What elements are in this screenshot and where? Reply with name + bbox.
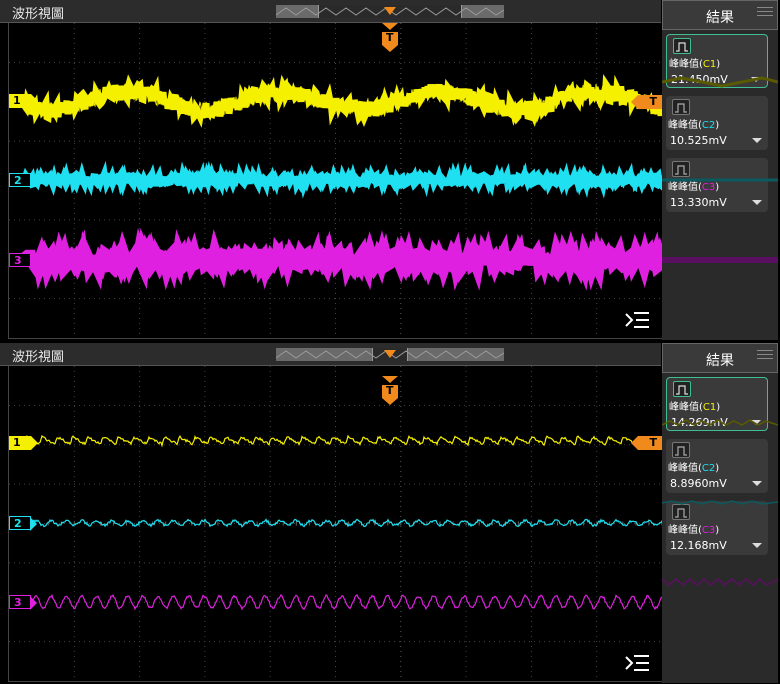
- pulse-measure-icon: [672, 99, 690, 115]
- memory-overview-bar[interactable]: [276, 348, 504, 361]
- overview-trigger-icon: [384, 350, 396, 358]
- measurement-value: 12.168mV: [670, 539, 727, 552]
- channel-3-label: 3: [14, 596, 22, 609]
- results-header[interactable]: 結果: [662, 343, 778, 373]
- measurement-value: 8.8960mV: [670, 477, 727, 490]
- ghost-trace-c2: [662, 500, 778, 505]
- measurement-card-c2[interactable]: 峰峰值(C2) 10.525mV: [666, 96, 768, 150]
- channel-tag: C2: [701, 463, 716, 474]
- channel-tag: C3: [701, 525, 716, 536]
- ghost-trace-c2: [662, 178, 778, 182]
- channel-3-label: 3: [14, 254, 22, 267]
- trigger-position-icon[interactable]: T: [382, 376, 398, 405]
- trigger-position-icon[interactable]: T: [382, 23, 398, 52]
- ghost-trace-c1: [662, 76, 778, 88]
- measurement-label: 峰峰值(C1): [669, 59, 721, 70]
- channel-2-marker[interactable]: 2: [9, 173, 37, 188]
- trace-channel-1: [24, 434, 662, 448]
- dropdown-arrow-icon[interactable]: [752, 543, 762, 548]
- trigger-level-label: T: [649, 436, 657, 449]
- dropdown-arrow-icon[interactable]: [752, 481, 762, 486]
- measurement-label: 峰峰值(C2): [668, 463, 720, 474]
- dropdown-arrow-icon[interactable]: [752, 138, 762, 143]
- trigger-marker-label: T: [386, 384, 394, 397]
- hamburger-icon[interactable]: [757, 350, 773, 362]
- channel-3-marker[interactable]: 3: [9, 253, 37, 268]
- memory-overview-bar[interactable]: [276, 5, 504, 18]
- waveform-display[interactable]: T 1 2 3 T: [8, 366, 662, 682]
- pulse-measure-icon: [673, 38, 691, 54]
- channel-tag: C2: [701, 120, 716, 131]
- measurement-label: 峰峰值(C1): [669, 402, 721, 413]
- results-sidebar: 結果 峰峰值(C1) 21.450mV 峰峰值(C2) 10.525mV 峰峰值…: [662, 0, 778, 340]
- ghost-trace-c3: [662, 578, 778, 586]
- results-sidebar: 結果 峰峰值(C1) 14.269mV 峰峰值(C2) 8.8960mV 峰峰值…: [662, 343, 778, 683]
- channel-tag: C1: [702, 59, 717, 70]
- channel-1-label: 1: [13, 94, 21, 107]
- hamburger-icon[interactable]: [757, 7, 773, 19]
- channel-2-marker[interactable]: 2: [9, 516, 37, 531]
- results-header[interactable]: 結果: [662, 0, 778, 30]
- measurement-label: 峰峰值(C2): [668, 120, 720, 131]
- waveform-traces: [24, 434, 662, 611]
- trace-channel-3: [24, 593, 662, 611]
- channel-1-marker[interactable]: 1: [9, 94, 38, 108]
- waveform-panel-top: 波形視圖 T 1 2 3 T 結果 峰峰值(C1) 21.450mV 峰峰值(C…: [0, 0, 780, 340]
- trigger-level-marker[interactable]: T: [631, 436, 662, 450]
- measurement-value: 13.330mV: [670, 196, 727, 209]
- waveform-display[interactable]: T 1 2 3 T: [8, 23, 662, 339]
- waveform-titlebar: 波形視圖: [0, 0, 661, 23]
- measurement-card-c2[interactable]: 峰峰值(C2) 8.8960mV: [666, 439, 768, 493]
- menu-collapse-icon[interactable]: [624, 653, 650, 673]
- channel-2-label: 2: [14, 517, 22, 530]
- channel-3-marker[interactable]: 3: [9, 595, 37, 610]
- channel-tag: C1: [702, 402, 717, 413]
- measurement-label: 峰峰值(C3): [668, 525, 720, 536]
- channel-1-marker[interactable]: 1: [9, 436, 38, 450]
- pulse-measure-icon: [673, 381, 691, 397]
- measurement-value: 10.525mV: [670, 134, 727, 147]
- waveform-traces: [18, 74, 662, 291]
- overview-trigger-icon: [384, 7, 396, 15]
- trigger-level-marker[interactable]: T: [631, 95, 662, 109]
- menu-collapse-icon[interactable]: [624, 310, 650, 330]
- waveform-titlebar: 波形視圖: [0, 343, 661, 366]
- channel-1-label: 1: [13, 436, 21, 449]
- pulse-measure-icon: [672, 442, 690, 458]
- ghost-trace-c1: [662, 419, 778, 426]
- channel-2-label: 2: [14, 174, 22, 187]
- trigger-marker-label: T: [386, 31, 394, 44]
- waveform-panel-bottom: 波形視圖 T 1 2 3 T 結果 峰峰值(C1) 14.269mV 峰峰值(C…: [0, 343, 780, 683]
- ghost-trace-c3: [662, 257, 778, 263]
- dropdown-arrow-icon[interactable]: [752, 200, 762, 205]
- trace-channel-2: [24, 518, 662, 528]
- trigger-level-label: T: [649, 95, 657, 108]
- waveform-view-title: 波形視圖: [12, 350, 65, 365]
- waveform-view-title: 波形視圖: [12, 7, 65, 22]
